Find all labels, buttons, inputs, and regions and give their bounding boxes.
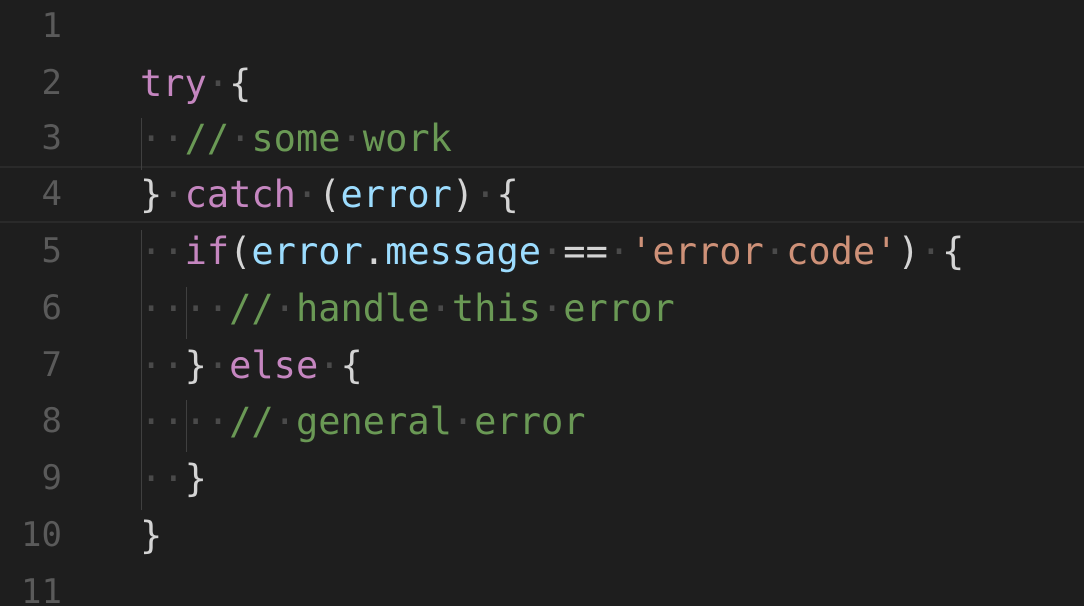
whitespace-marker: ·· <box>140 230 185 273</box>
code-token: { <box>942 230 965 273</box>
code-text: try·{ <box>140 55 251 112</box>
code-token: ( <box>229 230 252 273</box>
code-token: if <box>184 230 230 273</box>
code-token: ) <box>451 173 475 216</box>
whitespace-marker: · <box>919 230 943 273</box>
code-text: ··//·some·work <box>140 110 452 167</box>
whitespace-marker: ·· <box>140 457 185 500</box>
line-number: 9 <box>41 458 62 498</box>
code-token: else <box>229 344 319 387</box>
code-line[interactable]: 9 ··} <box>0 450 1084 507</box>
whitespace-marker: · <box>273 400 296 443</box>
code-token: handle <box>295 287 430 330</box>
code-text: ··} <box>140 450 207 507</box>
line-number: 3 <box>41 118 62 158</box>
code-text: ··}·else·{ <box>140 337 363 394</box>
line-number: 8 <box>41 401 62 441</box>
whitespace-marker: · <box>451 400 475 443</box>
code-token: code' <box>786 230 898 273</box>
whitespace-marker: · <box>162 173 185 216</box>
whitespace-marker: · <box>541 287 564 330</box>
code-line[interactable]: 2 try·{ <box>0 55 1084 112</box>
code-line[interactable]: 1 <box>0 0 1084 55</box>
code-token: } <box>140 173 163 216</box>
code-line[interactable]: 11 <box>0 564 1084 606</box>
line-number: 2 <box>41 63 62 103</box>
whitespace-marker: · <box>206 62 230 105</box>
indent-guide <box>141 118 142 170</box>
code-token: } <box>184 457 207 500</box>
code-token: } <box>140 514 163 557</box>
indent-guide <box>186 287 187 339</box>
code-token: { <box>496 173 519 216</box>
whitespace-marker: ·· <box>140 117 185 160</box>
indent-guide <box>186 400 187 452</box>
code-line[interactable]: 6 ····//·handle·this·error <box>0 280 1084 337</box>
code-line[interactable]: 3 ··//·some·work <box>0 110 1084 167</box>
code-token: error <box>474 400 586 443</box>
line-number: 4 <box>41 174 62 214</box>
line-number: 10 <box>21 515 62 555</box>
code-token: error <box>251 230 363 273</box>
whitespace-marker: · <box>763 230 787 273</box>
code-token: message <box>385 230 542 273</box>
code-token: // <box>184 117 230 160</box>
code-token: general <box>295 400 452 443</box>
code-token: this <box>451 287 541 330</box>
whitespace-marker: · <box>295 173 319 216</box>
whitespace-marker: ···· <box>140 287 230 330</box>
whitespace-marker: · <box>474 173 497 216</box>
line-number: 6 <box>41 288 62 328</box>
code-token: error <box>563 287 675 330</box>
code-line[interactable]: 8 ····//·general·error <box>0 393 1084 450</box>
whitespace-marker: · <box>206 344 230 387</box>
code-token: ) <box>897 230 920 273</box>
whitespace-marker: · <box>318 344 341 387</box>
code-token: ( <box>318 173 341 216</box>
code-line[interactable]: 7 ··}·else·{ <box>0 337 1084 394</box>
code-token: // <box>229 287 274 330</box>
code-line[interactable]: 10} <box>0 507 1084 564</box>
code-text: ····//·handle·this·error <box>140 280 675 337</box>
whitespace-marker: ·· <box>140 344 185 387</box>
line-number: 11 <box>21 572 62 606</box>
code-text: } <box>140 507 162 564</box>
whitespace-marker: · <box>429 287 452 330</box>
code-text: ··if(error.message·==·'error·code')·{ <box>140 223 964 280</box>
code-editor[interactable]: 1 2 try·{3 ··//·some·work 4}·catch·(error)·{… <box>0 0 1084 606</box>
code-token: } <box>184 344 207 387</box>
code-line[interactable]: 4}·catch·(error)·{ <box>0 166 1084 223</box>
code-token: error <box>340 173 452 216</box>
line-number: 1 <box>41 6 62 46</box>
indent-guide <box>141 230 142 510</box>
code-token: { <box>229 62 252 105</box>
code-token: try <box>140 62 207 105</box>
code-token: catch <box>184 173 296 216</box>
whitespace-marker: · <box>541 230 564 273</box>
code-token: // <box>229 400 274 443</box>
code-token: some <box>251 117 341 160</box>
code-text: ····//·general·error <box>140 393 586 450</box>
whitespace-marker: · <box>273 287 296 330</box>
code-token: work <box>362 117 452 160</box>
whitespace-marker: · <box>340 117 363 160</box>
code-token: { <box>340 344 363 387</box>
line-number: 5 <box>41 231 62 271</box>
code-token: 'error <box>630 230 764 273</box>
whitespace-marker: ···· <box>140 400 230 443</box>
whitespace-marker: · <box>229 117 252 160</box>
whitespace-marker: · <box>607 230 631 273</box>
code-line[interactable]: 5 ··if(error.message·==·'error·code')·{ <box>0 223 1084 280</box>
code-text: }·catch·(error)·{ <box>140 168 519 221</box>
line-number: 7 <box>41 345 62 385</box>
code-token: . <box>362 230 386 273</box>
code-token: == <box>563 230 608 273</box>
